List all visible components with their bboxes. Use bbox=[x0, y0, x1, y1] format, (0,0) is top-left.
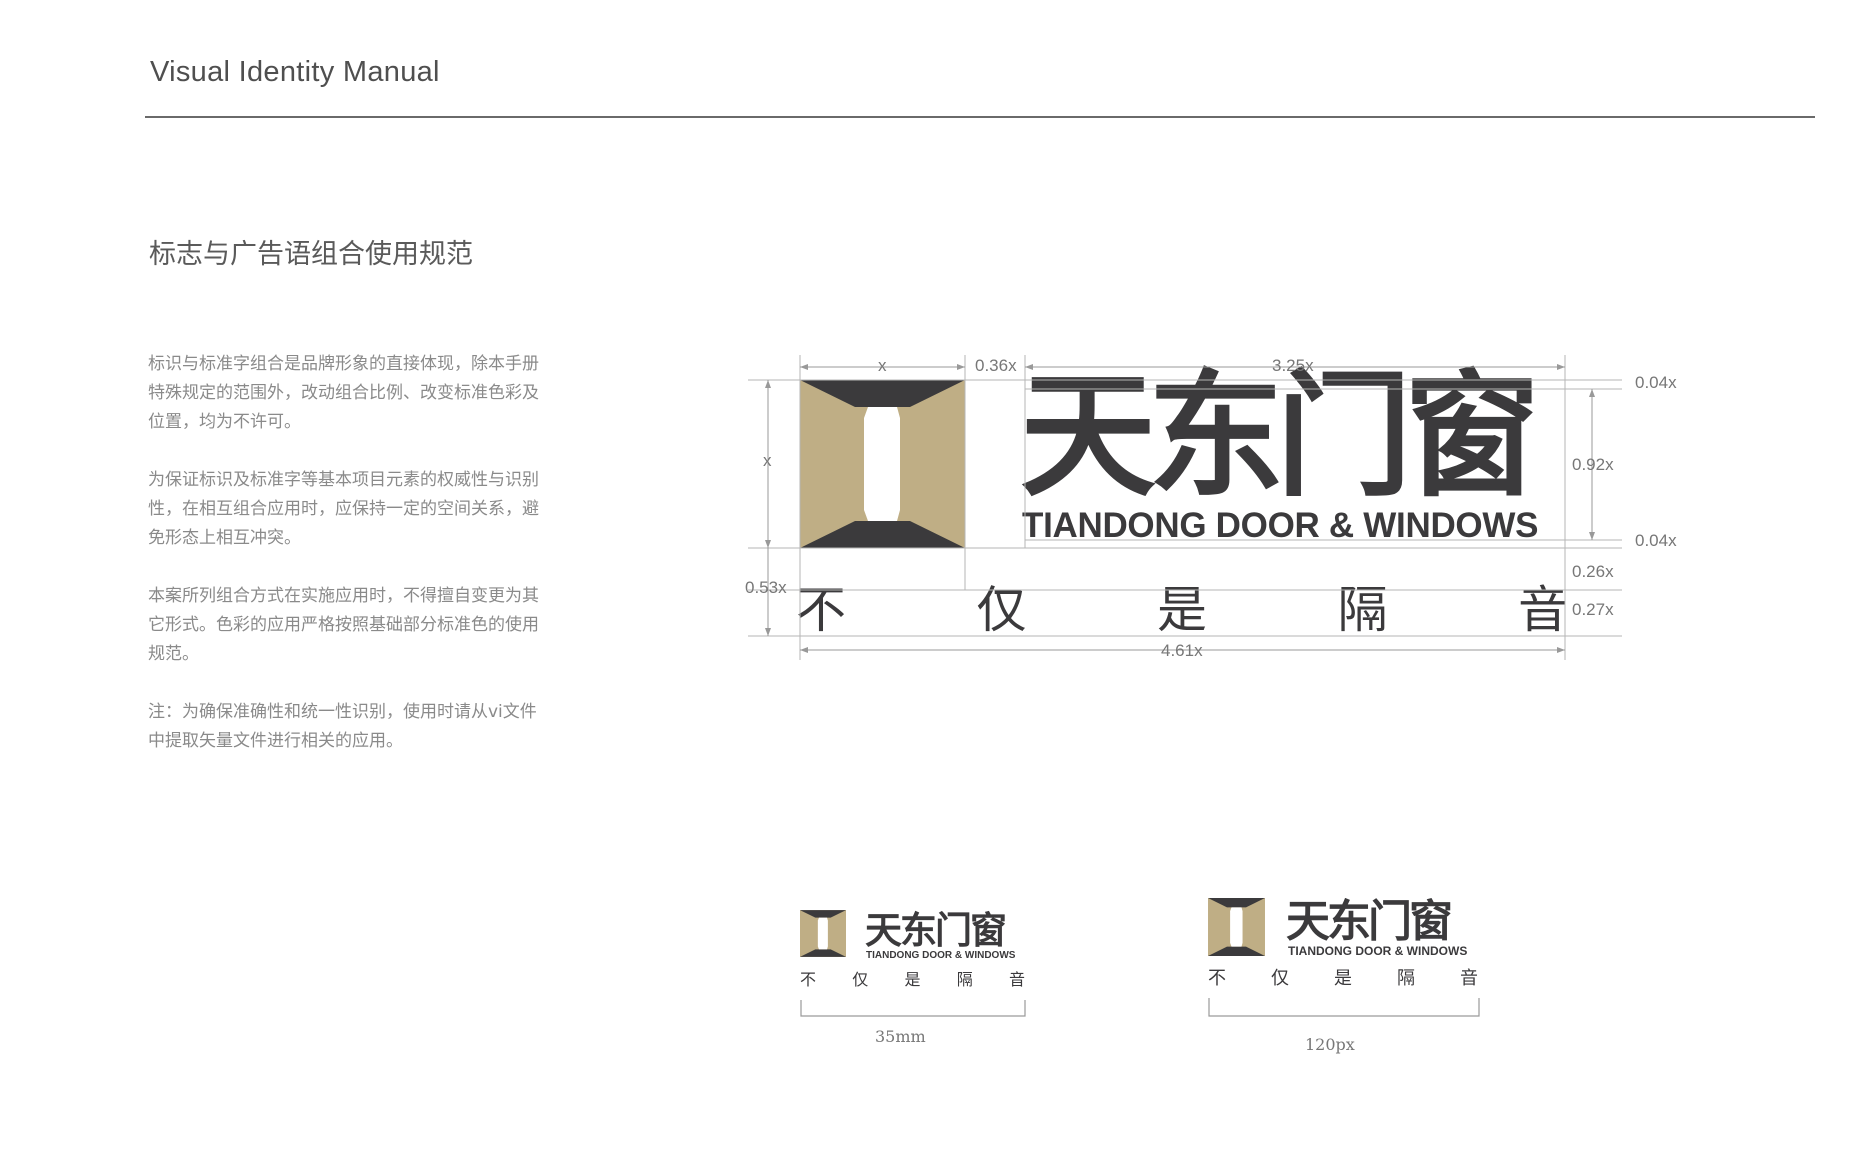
logo-mark-icon bbox=[800, 910, 846, 957]
size-bracket bbox=[1208, 998, 1480, 1017]
brand-name-chinese: 天东门窗 bbox=[865, 910, 1007, 952]
dimension-label-wordmark-height: 0.92x bbox=[1572, 455, 1614, 474]
logo-mark-icon bbox=[1208, 898, 1265, 956]
slogan-char: 是 bbox=[1334, 968, 1352, 989]
slogan-char: 音 bbox=[1008, 970, 1025, 989]
dimension-label-wordmark-width: 3.25x bbox=[1272, 356, 1314, 375]
dimension-label-left-slogan: 0.53x bbox=[745, 578, 787, 597]
dimension-label-x: x bbox=[878, 356, 887, 375]
brand-name-english: TIANDONG DOOR & WINDOWS bbox=[1288, 944, 1468, 958]
dimension-label-total-width: 4.61x bbox=[1161, 641, 1203, 660]
dimension-label-gap: 0.36x bbox=[975, 356, 1017, 375]
slogan: 不 仅 是 隔 音 bbox=[1208, 968, 1478, 990]
brand-name-chinese: 天东门窗 bbox=[1286, 898, 1453, 946]
slogan-char: 是 bbox=[904, 970, 921, 989]
slogan-char: 不 bbox=[800, 970, 817, 989]
slogan: 不 仅 是 隔 音 bbox=[800, 970, 1025, 990]
slogan-char: 仅 bbox=[852, 970, 869, 989]
slogan-char: 仅 bbox=[1271, 968, 1289, 989]
slogan-char: 隔 bbox=[1397, 968, 1415, 989]
dimension-label-bottom-margin: 0.04x bbox=[1635, 531, 1677, 550]
min-size-screen-label: 120px bbox=[1305, 1035, 1355, 1054]
dimension-label-top-margin: 0.04x bbox=[1635, 373, 1677, 392]
brand-name-english: TIANDONG DOOR & WINDOWS bbox=[866, 950, 1016, 961]
size-bracket bbox=[800, 1000, 1026, 1017]
slogan-char: 不 bbox=[1208, 968, 1226, 989]
dimension-label-left-height: x bbox=[763, 451, 772, 470]
dimension-label-slogan-gap: 0.26x bbox=[1572, 562, 1614, 581]
min-size-print-label: 35mm bbox=[875, 1027, 926, 1046]
slogan-char: 音 bbox=[1460, 968, 1478, 989]
slogan-char: 隔 bbox=[956, 970, 973, 989]
dimension-label-slogan-height: 0.27x bbox=[1572, 600, 1614, 619]
